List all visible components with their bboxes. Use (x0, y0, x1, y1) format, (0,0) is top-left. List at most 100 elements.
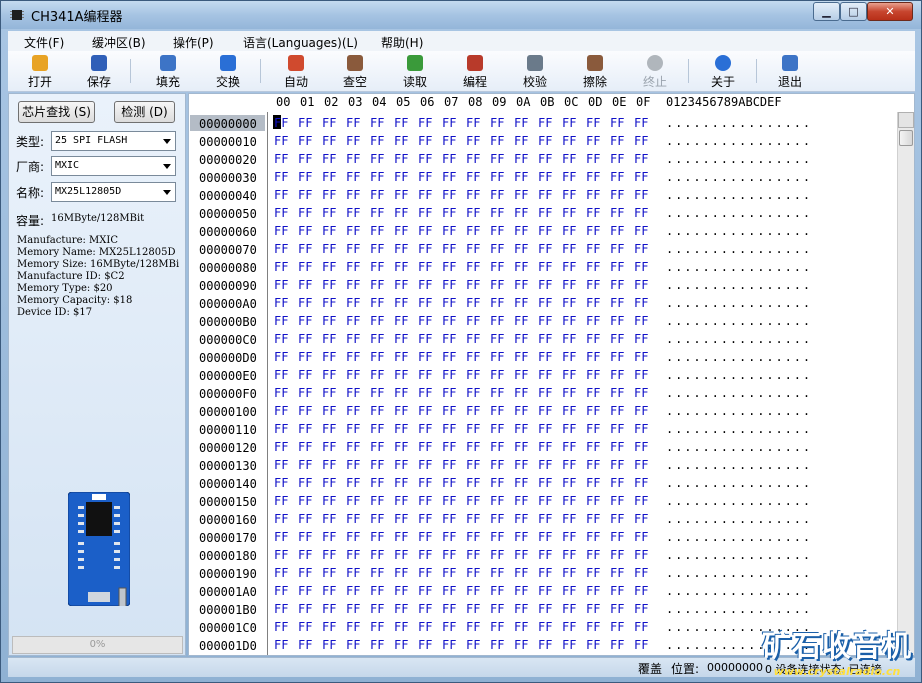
hex-byte[interactable]: FF (298, 494, 312, 508)
hex-byte[interactable]: FF (610, 260, 624, 274)
hex-byte[interactable]: FF (490, 422, 504, 436)
hex-byte[interactable]: FF (274, 548, 288, 562)
hex-byte[interactable]: FF (610, 548, 624, 562)
hex-byte[interactable]: FF (346, 242, 360, 256)
address-cell[interactable]: 00000010 (199, 135, 257, 149)
hex-byte[interactable]: FF (634, 386, 648, 400)
hex-byte[interactable]: FF (274, 350, 288, 364)
address-cell[interactable]: 000000D0 (199, 351, 257, 365)
hex-byte[interactable]: FF (322, 242, 336, 256)
hex-byte[interactable]: FF (538, 170, 552, 184)
hex-byte[interactable]: FF (274, 260, 288, 274)
hex-byte[interactable]: FF (466, 476, 480, 490)
hex-byte[interactable]: FF (418, 584, 432, 598)
hex-byte[interactable]: FF (394, 350, 408, 364)
hex-byte[interactable]: FF (538, 116, 552, 130)
menu-file[interactable]: 文件(F) (24, 34, 64, 51)
hex-byte[interactable]: FF (466, 530, 480, 544)
hex-byte[interactable]: FF (634, 620, 648, 634)
hex-byte[interactable]: FF (538, 368, 552, 382)
hex-byte[interactable]: FF (394, 242, 408, 256)
hex-byte[interactable]: FF (610, 458, 624, 472)
hex-byte[interactable]: FF (418, 440, 432, 454)
hex-byte[interactable]: FF (586, 314, 600, 328)
hex-byte[interactable]: FF (442, 134, 456, 148)
hex-byte[interactable]: FF (538, 530, 552, 544)
hex-byte[interactable]: FF (538, 278, 552, 292)
hex-byte[interactable]: FF (370, 584, 384, 598)
address-cell[interactable]: 00000040 (199, 189, 257, 203)
hex-byte[interactable]: FF (370, 404, 384, 418)
hex-byte[interactable]: FF (586, 152, 600, 166)
vendor-select[interactable]: MXIC (51, 156, 176, 176)
hex-byte[interactable]: FF (538, 602, 552, 616)
hex-byte[interactable]: FF (322, 350, 336, 364)
hex-byte[interactable]: FF (298, 350, 312, 364)
hex-byte[interactable]: FF (322, 584, 336, 598)
hex-byte[interactable]: FF (298, 152, 312, 166)
hex-byte[interactable]: FF (394, 638, 408, 652)
hex-byte[interactable]: FF (586, 638, 600, 652)
hex-byte[interactable]: FF (346, 368, 360, 382)
hex-byte[interactable]: FF (274, 170, 288, 184)
hex-byte[interactable]: FF (394, 278, 408, 292)
hex-byte[interactable]: FF (514, 260, 528, 274)
hex-byte[interactable]: FF (274, 188, 288, 202)
hex-byte[interactable]: FF (562, 224, 576, 238)
hex-byte[interactable]: FF (562, 116, 576, 130)
hex-byte[interactable]: FF (394, 404, 408, 418)
hex-byte[interactable]: FF (466, 458, 480, 472)
hex-byte[interactable]: FF (394, 620, 408, 634)
hex-byte[interactable]: FF (442, 170, 456, 184)
hex-byte[interactable]: FF (562, 332, 576, 346)
hex-byte[interactable]: FF (538, 188, 552, 202)
hex-byte[interactable]: FF (490, 476, 504, 490)
hex-byte[interactable]: FF (442, 314, 456, 328)
hex-byte[interactable]: FF (322, 512, 336, 526)
hex-byte[interactable]: FF (610, 170, 624, 184)
hex-byte[interactable]: FF (442, 422, 456, 436)
hex-byte[interactable]: FF (322, 188, 336, 202)
hex-byte[interactable]: FF (346, 116, 360, 130)
hex-byte[interactable]: FF (298, 458, 312, 472)
hex-byte[interactable]: FF (370, 512, 384, 526)
hex-byte[interactable]: FF (514, 224, 528, 238)
hex-byte[interactable]: FF (298, 206, 312, 220)
hex-byte[interactable]: FF (346, 404, 360, 418)
hex-byte[interactable]: FF (490, 440, 504, 454)
address-cell[interactable]: 000000B0 (199, 315, 257, 329)
hex-byte[interactable]: FF (466, 242, 480, 256)
maximize-button[interactable]: □ (840, 2, 867, 21)
hex-byte[interactable]: FF (274, 278, 288, 292)
hex-byte[interactable]: FF (322, 458, 336, 472)
hex-byte[interactable]: FF (298, 512, 312, 526)
hex-byte[interactable]: FF (466, 134, 480, 148)
hex-byte[interactable]: FF (634, 422, 648, 436)
hex-byte[interactable]: FF (346, 260, 360, 274)
hex-byte[interactable]: FF (538, 404, 552, 418)
hex-byte[interactable]: FF (634, 494, 648, 508)
hex-byte[interactable]: FF (298, 278, 312, 292)
hex-byte[interactable]: FF (370, 224, 384, 238)
hex-byte[interactable]: FF (394, 566, 408, 580)
hex-byte[interactable]: FF (370, 278, 384, 292)
program-button[interactable]: 编程 (451, 53, 499, 90)
hex-byte[interactable]: FF (610, 530, 624, 544)
hex-byte[interactable]: FF (442, 206, 456, 220)
hex-byte[interactable]: FF (634, 548, 648, 562)
hex-byte[interactable]: FF (418, 458, 432, 472)
hex-byte[interactable]: FF (274, 332, 288, 346)
hex-byte[interactable]: FF (562, 368, 576, 382)
hex-byte[interactable]: FF (346, 620, 360, 634)
hex-byte[interactable]: FF (562, 530, 576, 544)
hex-byte[interactable]: FF (322, 278, 336, 292)
hex-byte[interactable]: FF (274, 314, 288, 328)
hex-byte[interactable]: FF (370, 548, 384, 562)
address-cell[interactable]: 000001C0 (199, 621, 257, 635)
hex-byte[interactable]: FF (610, 134, 624, 148)
hex-byte[interactable]: FF (514, 188, 528, 202)
ascii-row[interactable]: ................ (666, 512, 812, 526)
hex-byte[interactable]: FF (298, 638, 312, 652)
hex-byte[interactable]: FF (298, 224, 312, 238)
hex-byte[interactable]: FF (538, 134, 552, 148)
